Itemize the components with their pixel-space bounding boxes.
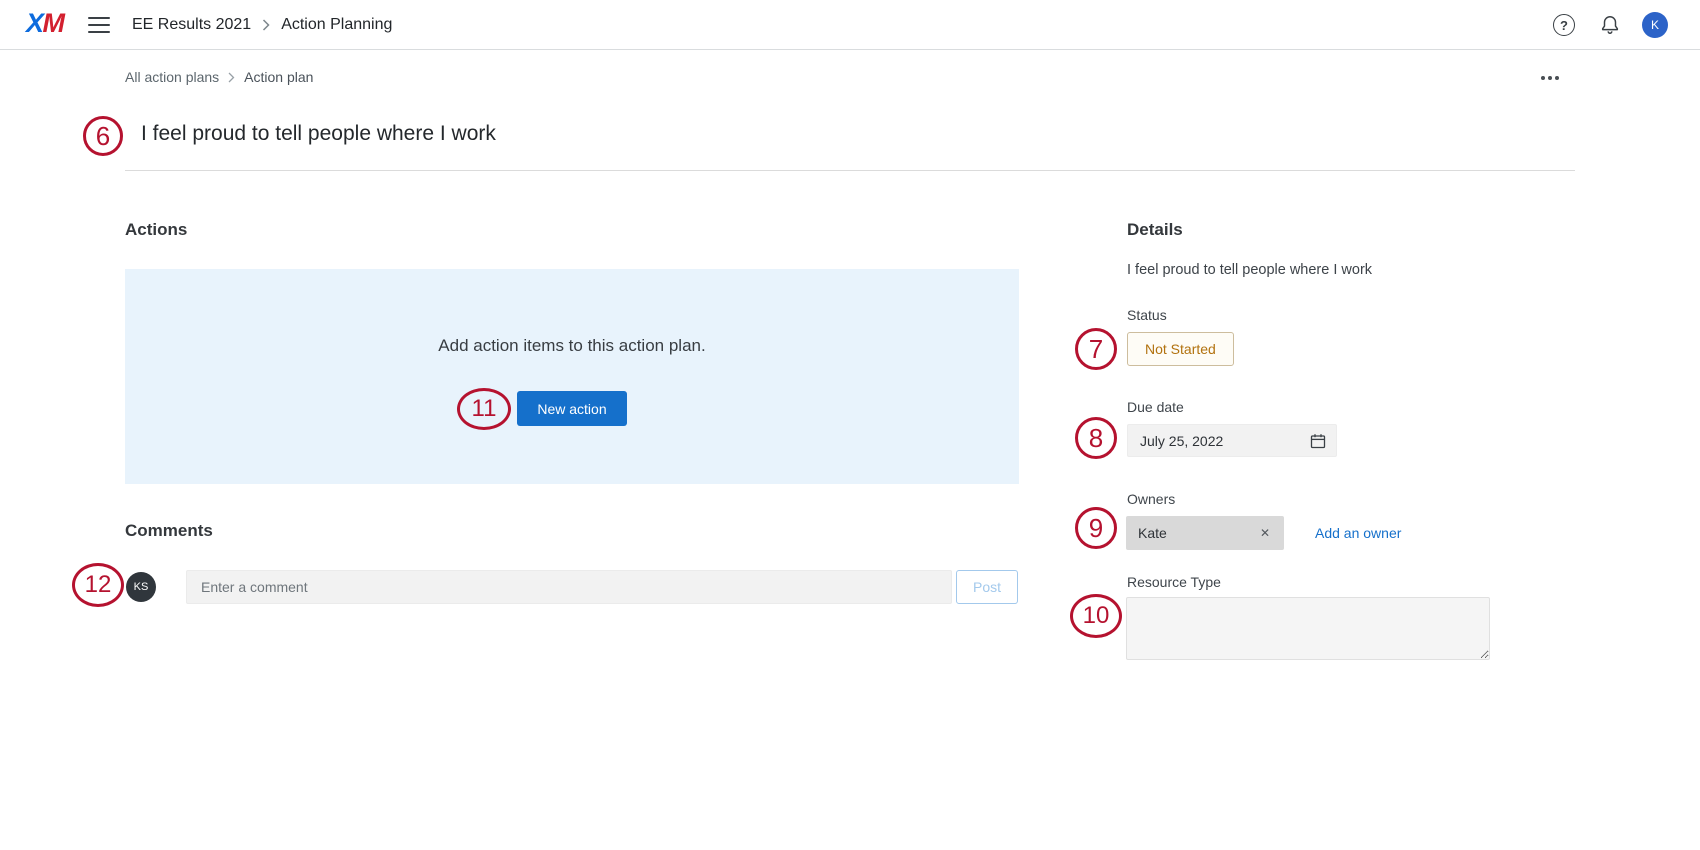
status-dropdown-button[interactable]: Not Started [1127,332,1234,366]
owner-name: Kate [1138,525,1167,541]
action-planning-screen: XM EE Results 2021 Action Planning ? K A… [0,0,1700,850]
breadcrumb-all-action-plans[interactable]: All action plans [125,69,219,85]
annotation-8-due-date: 8 [1075,417,1117,459]
notifications-bell-icon[interactable] [1599,14,1621,36]
breadcrumb-page[interactable]: Action Planning [281,16,392,34]
actions-empty-panel: Add action items to this action plan. Ne… [125,269,1019,484]
title-divider [125,170,1575,171]
annotation-10-resource-type: 10 [1070,594,1122,638]
actions-heading: Actions [125,220,187,240]
breadcrumb-action-plan: Action plan [244,69,313,85]
annotation-9-owners: 9 [1075,507,1117,549]
xm-logo[interactable]: XM [26,8,64,39]
post-comment-button[interactable]: Post [956,570,1018,604]
menu-icon[interactable] [88,17,110,33]
resource-type-textarea[interactable] [1126,597,1490,660]
help-icon[interactable]: ? [1553,14,1575,36]
due-date-label: Due date [1127,399,1184,415]
calendar-icon[interactable] [1310,433,1326,449]
chevron-right-icon [228,72,235,83]
due-date-value: July 25, 2022 [1140,433,1223,449]
annotation-6-title: 6 [83,116,123,156]
resource-type-label: Resource Type [1127,574,1221,590]
page-breadcrumb: All action plans Action plan [125,69,313,85]
topbar-breadcrumb: EE Results 2021 Action Planning [132,0,392,50]
breadcrumb-project[interactable]: EE Results 2021 [132,16,251,34]
add-owner-link[interactable]: Add an owner [1315,525,1401,541]
chevron-right-icon [262,19,270,31]
annotation-7-status: 7 [1075,328,1117,370]
details-heading: Details [1127,220,1183,240]
owner-tag: Kate ✕ [1126,516,1284,550]
commenter-avatar: KS [126,572,156,602]
logo-letter-m: M [43,8,64,38]
actions-empty-message: Add action items to this action plan. [125,336,1019,356]
comment-input[interactable] [186,570,952,604]
more-options-icon[interactable] [1537,72,1563,84]
page-title: I feel proud to tell people where I work [141,122,496,146]
top-bar: XM EE Results 2021 Action Planning ? K [0,0,1700,50]
logo-letter-x: X [26,8,43,38]
due-date-input[interactable]: July 25, 2022 [1127,424,1337,457]
new-action-button[interactable]: New action [517,391,627,426]
user-avatar[interactable]: K [1642,12,1668,38]
status-label: Status [1127,307,1167,323]
remove-owner-icon[interactable]: ✕ [1256,524,1274,542]
comments-heading: Comments [125,521,213,541]
owners-label: Owners [1127,491,1175,507]
details-description: I feel proud to tell people where I work [1127,262,1507,278]
annotation-12-comment: 12 [72,563,124,607]
